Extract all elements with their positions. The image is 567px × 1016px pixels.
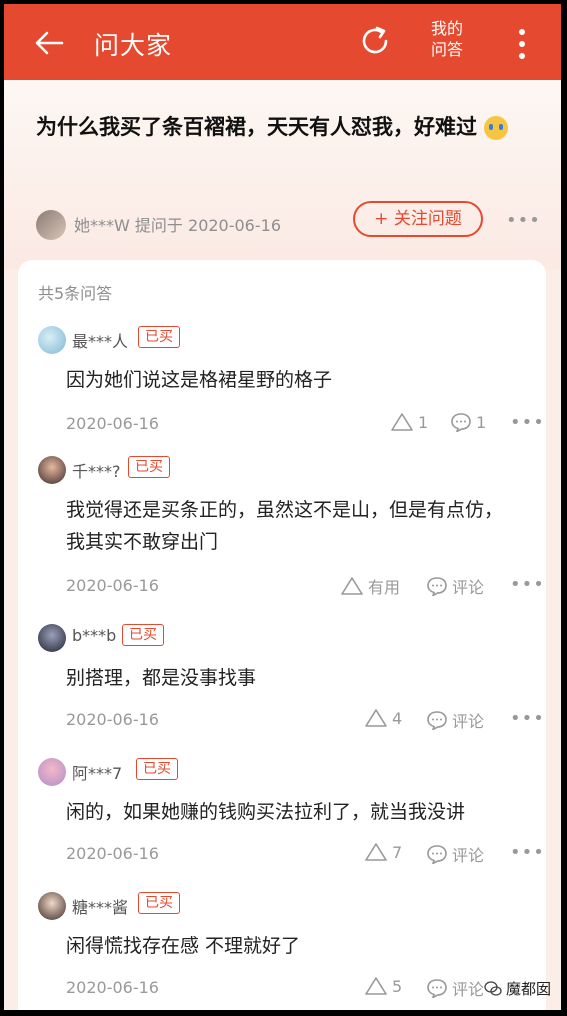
like-triangle-icon <box>365 709 387 727</box>
like-triangle-icon <box>391 413 413 431</box>
like-triangle-icon <box>365 977 387 995</box>
answer-date: 2020-06-16 <box>66 844 159 863</box>
comment-button[interactable]: 评论 <box>426 842 484 866</box>
like-triangle-icon <box>365 843 387 861</box>
more-horiz-icon[interactable]: ••• <box>510 708 545 729</box>
answer-user: b***b <box>72 626 117 645</box>
like-count: 5 <box>392 976 403 996</box>
like-button[interactable]: 5 <box>364 976 402 996</box>
answer-text: 闲得慌找存在感 不理就好了 <box>66 935 301 957</box>
bought-badge: 已买 <box>128 456 170 478</box>
follow-question-button[interactable]: + 关注问题 <box>353 201 483 237</box>
like-triangle-icon <box>341 577 363 595</box>
app-frame: 问大家 我的 问答 为什么我买了条百褶裙，天天有人怼我，好难过 她***W 提问… <box>4 4 561 1010</box>
comment-count: 评论 <box>452 712 485 731</box>
watermark: 魔都囡 <box>484 978 551 999</box>
watermark-text: 魔都囡 <box>506 980 552 998</box>
comment-count: 评论 <box>452 980 485 999</box>
answer-item: 阿***7 已买 闲的，如果她赚的钱购买法拉利了，就当我没讲 2020-06-1… <box>18 744 546 878</box>
asker-info: 她***W 提问于 2020-06-16 <box>74 212 281 236</box>
more-horiz-icon[interactable]: ••• <box>510 574 545 595</box>
comment-button[interactable]: 评论 <box>426 708 484 732</box>
like-count: 1 <box>418 412 429 432</box>
comment-count: 1 <box>476 412 487 432</box>
comment-icon <box>427 979 447 998</box>
answer-user: 糖***酱 <box>72 898 129 917</box>
more-horiz-icon[interactable]: ••• <box>506 210 541 231</box>
wechat-icon <box>484 980 502 996</box>
like-button[interactable]: 有用 <box>340 574 400 598</box>
answer-date: 2020-06-16 <box>66 710 159 729</box>
question-header: 为什么我买了条百褶裙，天天有人怼我，好难过 她***W 提问于 2020-06-… <box>4 80 561 270</box>
asked-date: 提问于 2020-06-16 <box>134 216 281 235</box>
answer-text: 我觉得还是买条正的，虽然这不是山，但是有点仿，我其实不敢穿出门 <box>66 499 504 553</box>
like-count: 4 <box>392 708 403 728</box>
answer-text: 因为她们说这是格裙星野的格子 <box>66 369 333 391</box>
asker-avatar[interactable] <box>36 210 66 240</box>
my-qa-line2: 问答 <box>430 40 463 59</box>
asker-name: 她***W <box>74 216 130 235</box>
comment-count: 评论 <box>452 578 485 597</box>
more-vert-icon[interactable] <box>512 26 532 62</box>
avatar[interactable] <box>38 624 66 652</box>
answer-text: 闲的，如果她赚的钱购买法拉利了，就当我没讲 <box>66 801 466 823</box>
like-count: 7 <box>392 842 403 862</box>
page-title: 问大家 <box>94 31 173 60</box>
comment-button[interactable]: 1 <box>450 412 486 432</box>
bought-badge: 已买 <box>136 758 178 780</box>
back-arrow-icon[interactable] <box>32 26 66 60</box>
bought-badge: 已买 <box>122 624 164 646</box>
avatar[interactable] <box>38 456 66 484</box>
answer-text: 别搭理，都是没事找事 <box>66 667 257 689</box>
like-button[interactable]: 4 <box>364 708 402 728</box>
comment-count: 评论 <box>452 846 485 865</box>
answer-user: 最***人 <box>72 332 129 351</box>
like-count: 有用 <box>368 578 401 597</box>
comment-icon <box>427 845 447 864</box>
top-bar: 问大家 我的 问答 <box>4 4 561 80</box>
answer-item: b***b 已买 别搭理，都是没事找事 2020-06-16 4 评论 ••• <box>18 610 546 744</box>
answer-item: 千***? 已买 我觉得还是买条正的，虽然这不是山，但是有点仿，我其实不敢穿出门… <box>18 442 546 602</box>
refresh-icon[interactable] <box>358 24 392 58</box>
answer-item: 糖***酱 已买 闲得慌找存在感 不理就好了 2020-06-16 5 评论 <box>18 878 546 1010</box>
avatar[interactable] <box>38 326 66 354</box>
answer-user: 千***? <box>72 462 121 481</box>
comment-icon <box>427 711 447 730</box>
answers-card: 共5条问答 最***人 已买 因为她们说这是格裙星野的格子 2020-06-16… <box>18 260 546 1010</box>
comment-icon <box>451 413 471 432</box>
like-button[interactable]: 7 <box>364 842 402 862</box>
answer-date: 2020-06-16 <box>66 576 159 595</box>
more-horiz-icon[interactable]: ••• <box>510 842 545 863</box>
avatar[interactable] <box>38 758 66 786</box>
comment-button[interactable]: 评论 <box>426 574 484 598</box>
answer-date: 2020-06-16 <box>66 978 159 997</box>
bought-badge: 已买 <box>138 892 180 914</box>
crying-emoji-icon <box>484 116 509 140</box>
answer-date: 2020-06-16 <box>66 414 159 433</box>
more-horiz-icon[interactable]: ••• <box>510 412 545 433</box>
comment-button[interactable]: 评论 <box>426 976 484 1000</box>
like-button[interactable]: 1 <box>390 412 428 432</box>
my-qa-line1: 我的 <box>430 19 463 38</box>
my-qa-button[interactable]: 我的 问答 <box>424 18 470 60</box>
bought-badge: 已买 <box>138 326 180 348</box>
question-title: 为什么我买了条百褶裙，天天有人怼我，好难过 <box>36 110 536 144</box>
comment-icon <box>427 577 447 596</box>
answer-user: 阿***7 <box>72 764 123 783</box>
answers-count: 共5条问答 <box>38 284 113 303</box>
avatar[interactable] <box>38 892 66 920</box>
answer-item: 最***人 已买 因为她们说这是格裙星野的格子 2020-06-16 1 1 •… <box>18 312 546 446</box>
